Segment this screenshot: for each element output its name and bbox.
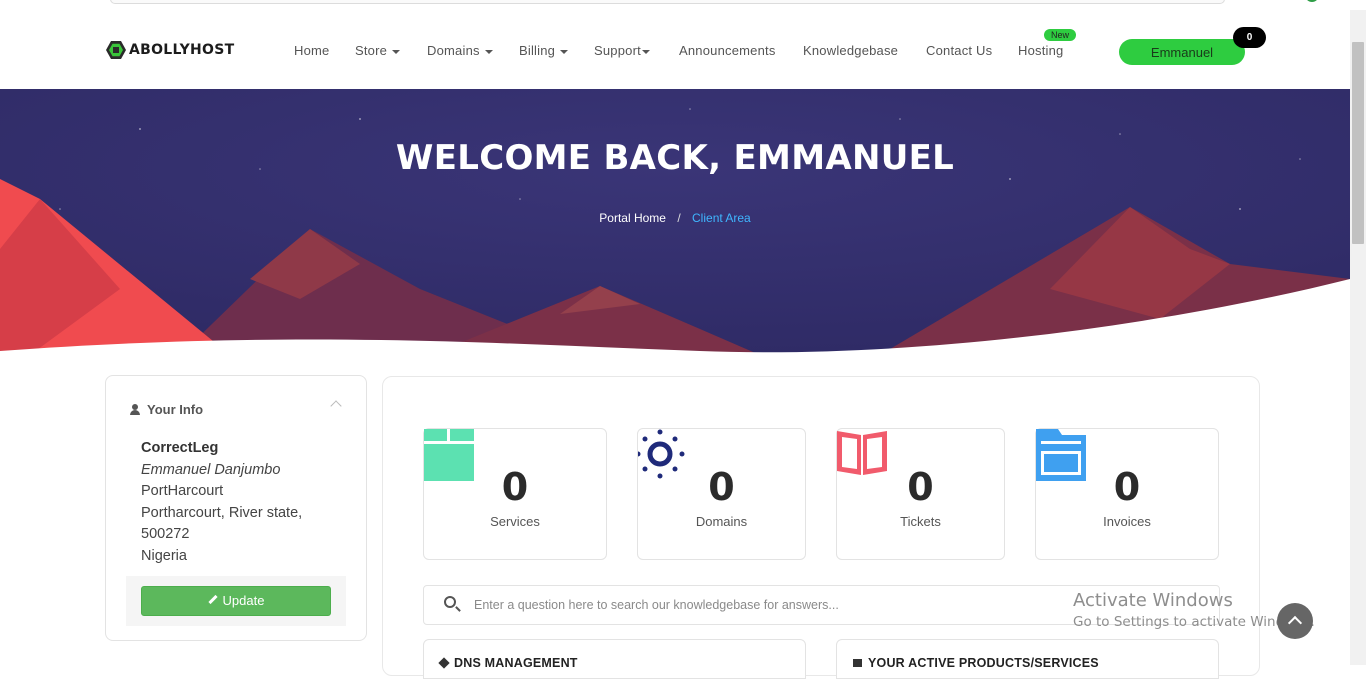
nav-store[interactable]: Store: [355, 43, 401, 58]
new-badge: New: [1044, 29, 1077, 41]
invoices-label: Invoices: [1103, 514, 1151, 529]
site-logo[interactable]: ABOLLYHOST: [106, 40, 234, 60]
breadcrumb-portal-home[interactable]: Portal Home: [599, 211, 666, 225]
stat-services[interactable]: 0 Services: [423, 428, 607, 560]
breadcrumb: Portal Home / Client Area: [0, 211, 1350, 225]
logo-hexagon-icon: [106, 41, 126, 59]
info-name: Emmanuel Danjumbo: [141, 461, 281, 478]
caret-down-icon: [560, 49, 569, 54]
stat-tickets[interactable]: 0 Tickets: [836, 428, 1005, 560]
knowledgebase-search-input[interactable]: [474, 594, 1174, 616]
nav-hosting[interactable]: Hosting: [1018, 43, 1063, 58]
wrench-icon: [438, 657, 450, 669]
services-label: Services: [490, 514, 540, 529]
page-scrollbar[interactable]: [1350, 10, 1366, 665]
nav-billing[interactable]: Billing: [519, 43, 569, 58]
browser-top-strip: [0, 0, 1366, 10]
info-country: Nigeria: [141, 547, 187, 564]
domains-label: Domains: [695, 514, 748, 529]
breadcrumb-client-area: Client Area: [692, 211, 751, 225]
scroll-to-top-button[interactable]: [1277, 603, 1313, 639]
tickets-count: 0: [907, 465, 934, 509]
stat-domains[interactable]: 0 Domains: [637, 428, 806, 560]
browser-profile-icon[interactable]: [1305, 0, 1319, 2]
tickets-label: Tickets: [900, 514, 941, 529]
info-region: Portharcourt, River state,: [141, 504, 303, 521]
your-info-title: Your Info: [147, 402, 204, 417]
dns-management-panel: DNS MANAGEMENT: [423, 639, 806, 679]
address-bar[interactable]: [110, 0, 1225, 4]
cube-icon: [853, 659, 862, 667]
nav-home[interactable]: Home: [294, 43, 329, 58]
stat-invoices[interactable]: 0 Invoices: [1035, 428, 1219, 560]
info-city: PortHarcourt: [141, 483, 224, 499]
nav-contact-us[interactable]: Contact Us: [926, 43, 992, 58]
scrollbar-thumb[interactable]: [1352, 42, 1364, 244]
update-button[interactable]: Update: [141, 586, 331, 616]
caret-down-icon: [392, 49, 401, 54]
user-account-button[interactable]: Emmanuel: [1119, 39, 1245, 65]
pencil-icon: [207, 594, 218, 605]
domains-count: 0: [708, 465, 735, 509]
cart-count-badge[interactable]: 0: [1233, 27, 1266, 48]
hero-banner: WELCOME BACK, EMMANUEL Portal Home / Cli…: [0, 89, 1350, 355]
site-header: ABOLLYHOST Home Store Domains Billing Su…: [0, 10, 1350, 89]
dashboard-panel: 0 Services 0 Domains 0 Tickets 0 Invoice…: [382, 376, 1260, 679]
logo-text: ABOLLYHOST: [129, 42, 235, 58]
user-icon: [130, 404, 140, 415]
info-postcode: 500272: [141, 526, 190, 542]
your-info-header[interactable]: Your Info: [130, 402, 203, 417]
nav-announcements[interactable]: Announcements: [679, 43, 776, 58]
nav-knowledgebase[interactable]: Knowledgebase: [803, 43, 898, 58]
your-info-card: Your Info CorrectLeg Emmanuel Danjumbo P…: [105, 375, 367, 641]
page-title: WELCOME BACK, EMMANUEL: [395, 138, 955, 178]
caret-down-icon: [641, 49, 650, 54]
caret-down-icon: [484, 49, 493, 54]
active-products-panel: YOUR ACTIVE PRODUCTS/SERVICES: [836, 639, 1219, 679]
your-info-details: CorrectLeg Emmanuel Danjumbo PortHarcour…: [141, 438, 302, 567]
your-info-footer: Update: [126, 576, 346, 626]
dns-management-title: DNS MANAGEMENT: [454, 656, 578, 670]
invoices-count: 0: [1113, 465, 1141, 509]
search-icon[interactable]: [444, 596, 456, 608]
info-company: CorrectLeg: [141, 440, 219, 456]
nav-domains[interactable]: Domains: [427, 43, 493, 58]
nav-support[interactable]: Support: [594, 43, 650, 58]
active-products-title: YOUR ACTIVE PRODUCTS/SERVICES: [868, 656, 1099, 670]
watermark-line-1: Activate Windows: [1073, 590, 1233, 611]
chevron-up-icon[interactable]: [330, 400, 342, 412]
services-count: 0: [501, 465, 529, 509]
breadcrumb-separator: /: [677, 211, 681, 225]
